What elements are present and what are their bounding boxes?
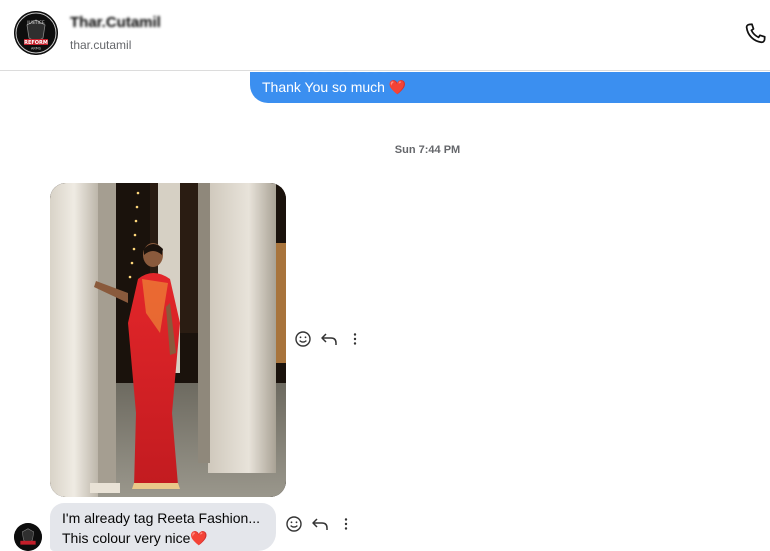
photo-message-actions — [294, 330, 364, 353]
more-button[interactable] — [337, 517, 355, 535]
chat-header: JUSTICE REFORM ARMS Thar.Cutamil thar.cu… — [0, 0, 770, 71]
incoming-message-line-1: I'm already tag Reeta Fashion... — [62, 510, 260, 526]
contact-handle: thar.cutamil — [70, 38, 132, 52]
more-icon — [337, 515, 355, 538]
photo-message[interactable] — [50, 183, 286, 497]
contact-avatar[interactable]: JUSTICE REFORM ARMS — [14, 11, 58, 55]
contact-name[interactable]: Thar.Cutamil — [70, 14, 161, 31]
phone-call-button[interactable] — [742, 21, 768, 47]
heart-emoji: ❤️ — [190, 530, 208, 546]
more-icon — [346, 330, 364, 353]
cut-off-previous-line: · · · · · · · · · · · · · · · — [262, 72, 386, 77]
outgoing-message-bubble[interactable]: · · · · · · · · · · · · · · · Thank You … — [250, 72, 770, 103]
outgoing-message-text: Thank You so much ❤️ — [262, 79, 407, 95]
react-button[interactable] — [294, 330, 312, 353]
photo-image — [50, 183, 286, 497]
sender-avatar[interactable] — [14, 523, 42, 551]
svg-text:ARMS: ARMS — [31, 47, 42, 51]
heart-emoji: ❤️ — [388, 79, 407, 95]
smiley-icon — [294, 330, 312, 353]
svg-text:REFORM: REFORM — [24, 40, 48, 46]
smiley-icon — [285, 515, 303, 538]
more-button[interactable] — [346, 332, 364, 350]
phone-icon — [742, 23, 768, 51]
svg-text:JUSTICE: JUSTICE — [26, 20, 45, 26]
reply-button[interactable] — [320, 332, 338, 350]
reply-button[interactable] — [311, 517, 329, 535]
text-message-actions — [285, 515, 355, 538]
react-button[interactable] — [285, 515, 303, 538]
incoming-message-line-2: This colour very nice❤️ — [62, 530, 208, 546]
reply-icon — [320, 330, 338, 353]
reply-icon — [311, 515, 329, 538]
incoming-message-bubble[interactable]: I'm already tag Reeta Fashion... This co… — [50, 503, 276, 551]
message-timestamp: Sun 7:44 PM — [394, 144, 461, 156]
